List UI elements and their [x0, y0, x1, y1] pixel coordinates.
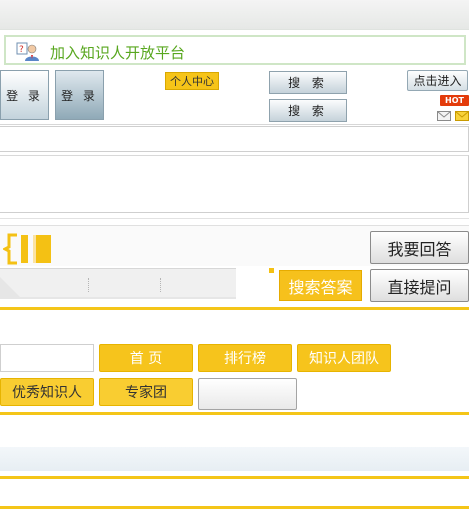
open-platform-banner[interactable]: ? 加入知识人开放平台 — [4, 35, 466, 65]
nav-empty-button[interactable] — [198, 378, 297, 410]
nav-experts-button[interactable]: 专家团 — [99, 378, 193, 406]
nav-ranking-button[interactable]: 排行榜 — [198, 344, 292, 372]
mail-open-icon[interactable] — [455, 110, 469, 121]
divider — [0, 218, 469, 219]
question-title-field[interactable] — [0, 126, 469, 152]
click-to-enter-button[interactable]: 点击进入 — [407, 70, 468, 91]
tab-separator — [88, 278, 89, 292]
want-to-answer-button[interactable]: 我要回答 — [370, 231, 469, 264]
yellow-divider — [0, 412, 469, 415]
svg-text:?: ? — [19, 45, 24, 55]
search-button[interactable]: 搜 索 — [269, 71, 347, 94]
footer-band — [0, 447, 469, 471]
login-button-secondary[interactable]: 登 录 — [55, 70, 104, 120]
question-detail-field[interactable] — [0, 155, 469, 213]
mail-icon[interactable] — [437, 110, 451, 121]
zhishiren-logo-icon — [1, 233, 53, 265]
search-answer-button[interactable]: 搜索答案 — [279, 270, 362, 301]
knowledge-person-icon: ? — [16, 42, 40, 62]
login-button[interactable]: 登 录 — [0, 70, 49, 120]
hot-badge: HOT — [440, 95, 469, 106]
nav-excellent-button[interactable]: 优秀知识人 — [0, 378, 94, 406]
nav-search-input[interactable] — [0, 344, 94, 372]
divider — [0, 124, 469, 125]
banner-title: 加入知识人开放平台 — [50, 44, 186, 62]
arrow-marker-icon — [269, 268, 274, 273]
search-button-secondary[interactable]: 搜 索 — [269, 99, 347, 122]
ask-directly-button[interactable]: 直接提问 — [370, 269, 469, 302]
tab-separator — [160, 278, 161, 292]
top-band — [0, 0, 469, 30]
nav-team-button[interactable]: 知识人团队 — [297, 344, 391, 372]
personal-center-button[interactable]: 个人中心 — [165, 72, 219, 90]
tab-bar — [0, 268, 236, 299]
yellow-divider — [0, 506, 469, 509]
nav-home-button[interactable]: 首 页 — [99, 344, 193, 372]
yellow-divider — [0, 476, 469, 479]
yellow-divider — [0, 307, 469, 310]
